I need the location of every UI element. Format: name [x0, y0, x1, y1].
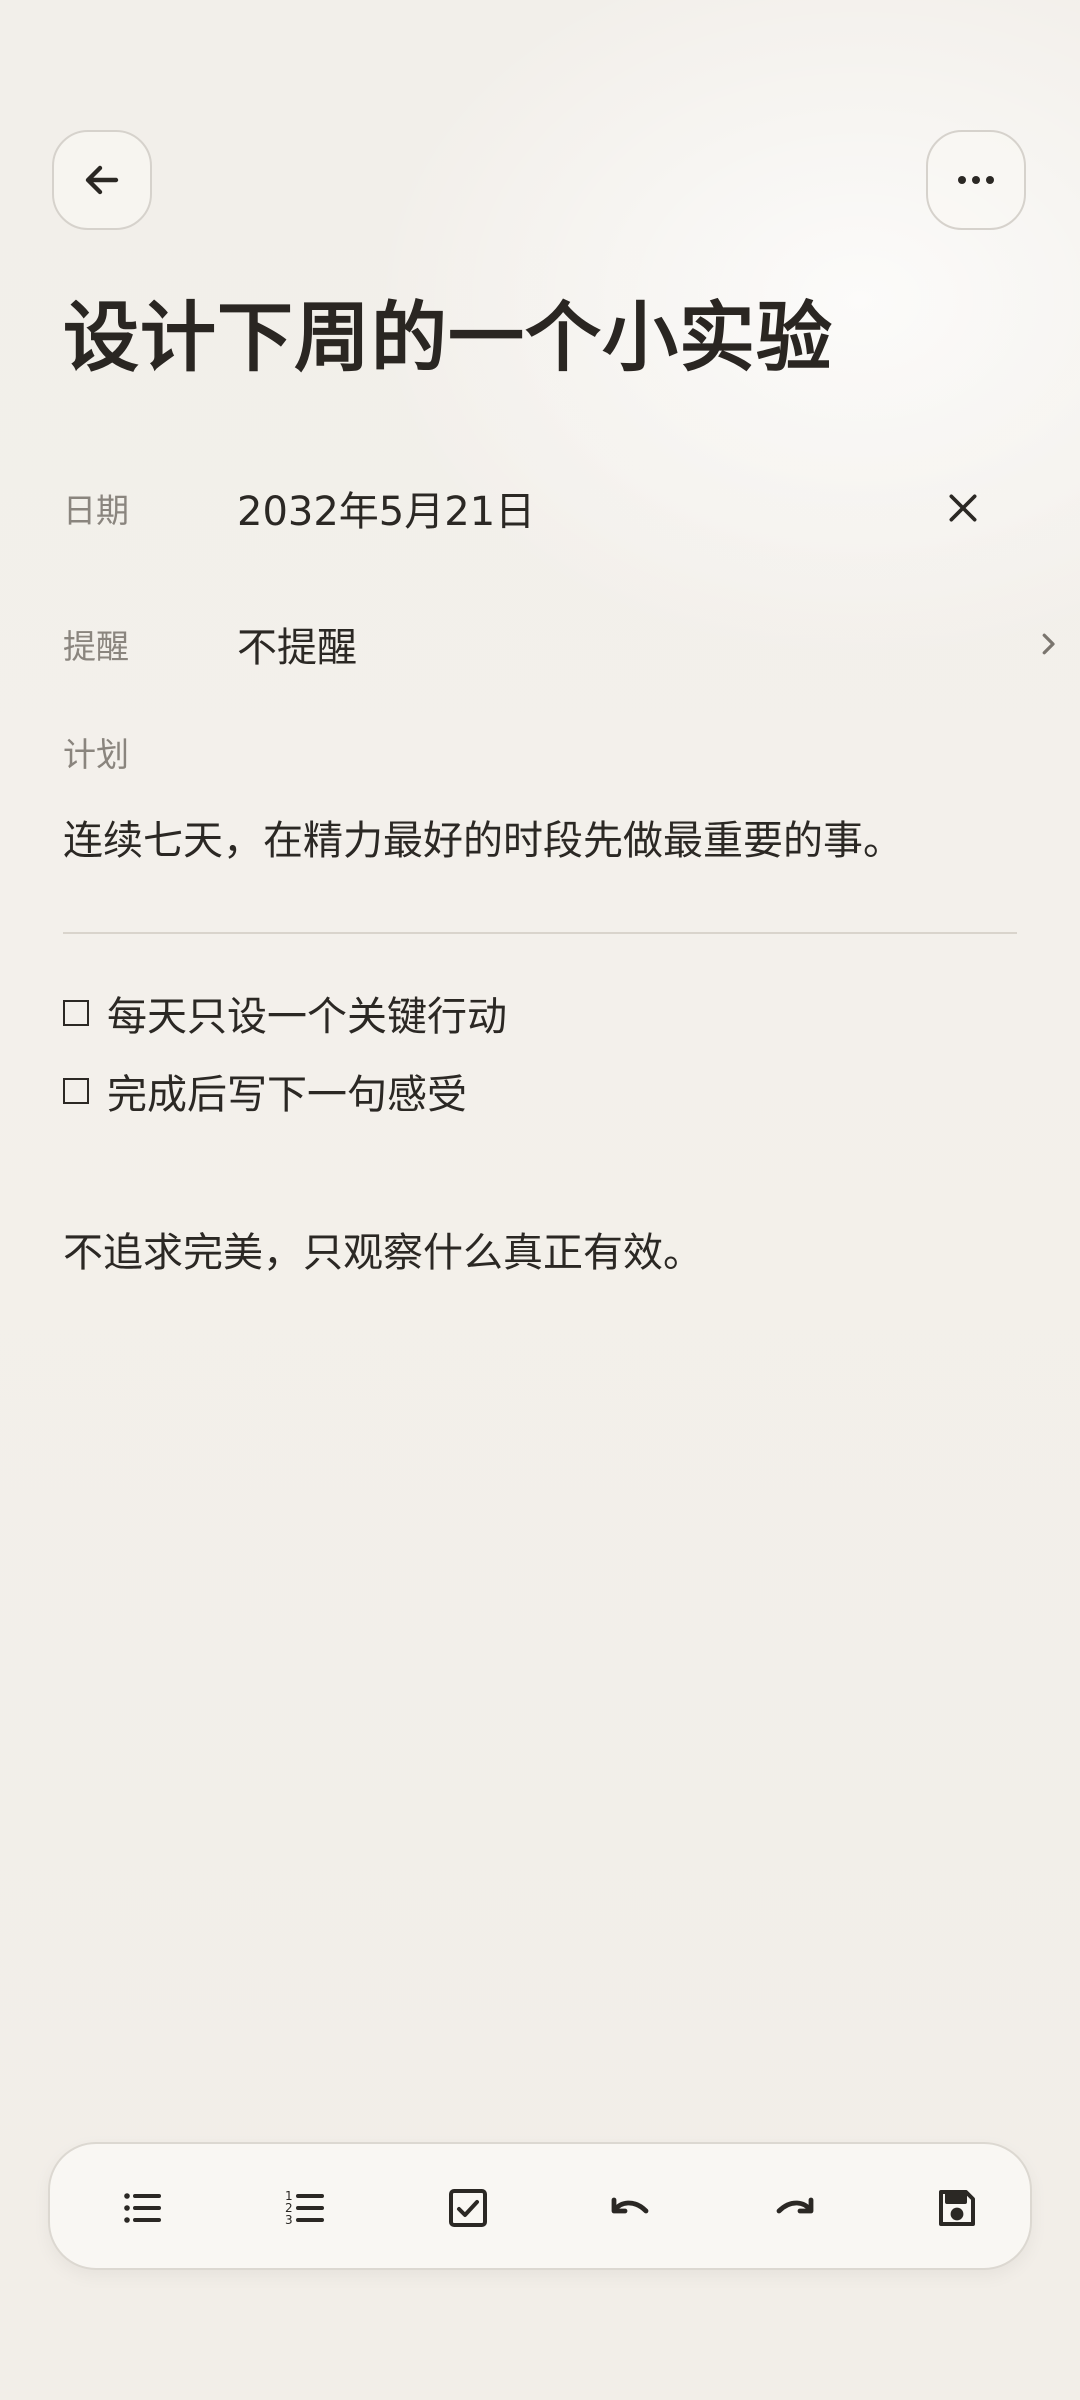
redo-icon — [776, 2197, 814, 2214]
checkbox-list-button[interactable] — [428, 2168, 508, 2248]
plan-label: 计划 — [63, 735, 129, 774]
chevron-right-icon — [1042, 633, 1055, 655]
arrow-left-icon — [85, 165, 119, 195]
reminder-label: 提醒 — [63, 627, 129, 666]
save-icon — [939, 2190, 975, 2226]
note-title[interactable]: 设计下周的一个小实验 — [63, 290, 833, 386]
note-body-text[interactable]: 不追求完美，只观察什么真正有效。 — [63, 1220, 703, 1278]
save-button[interactable] — [917, 2168, 997, 2248]
clear-date-button[interactable] — [923, 468, 1003, 548]
more-horizontal-icon — [958, 176, 994, 184]
numbered-list-icon: 1 2 3 — [285, 2189, 324, 2227]
checklist-item-text[interactable]: 每天只设一个关键行动 — [107, 984, 507, 1042]
more-options-button[interactable] — [926, 130, 1026, 230]
numbered-list-button[interactable]: 1 2 3 — [265, 2168, 345, 2248]
date-label: 日期 — [63, 491, 129, 530]
undo-button[interactable] — [591, 2168, 671, 2248]
checklist-item[interactable]: 每天只设一个关键行动 — [63, 984, 507, 1042]
bulleted-list-button[interactable] — [102, 2168, 182, 2248]
redo-button[interactable] — [754, 2168, 834, 2248]
undo-icon — [611, 2197, 649, 2214]
reminder-row[interactable]: 提醒 不提醒 — [63, 604, 1080, 684]
checkbox[interactable] — [63, 1000, 89, 1026]
plan-text[interactable]: 连续七天，在精力最好的时段先做最重要的事。 — [63, 808, 903, 866]
formatting-toolbar: 1 2 3 — [48, 2142, 1032, 2270]
checklist-item[interactable]: 完成后写下一句感受 — [63, 1062, 467, 1120]
reminder-chevron[interactable] — [1018, 604, 1078, 684]
date-row[interactable]: 日期 2032年5月21日 — [63, 468, 1080, 548]
bulleted-list-icon — [124, 2193, 161, 2223]
close-icon — [949, 494, 977, 522]
reminder-value[interactable]: 不提醒 — [237, 615, 357, 673]
svg-text:3: 3 — [285, 2213, 293, 2227]
date-value[interactable]: 2032年5月21日 — [237, 479, 535, 537]
divider — [63, 932, 1017, 934]
checkbox-icon — [449, 2189, 487, 2227]
back-button[interactable] — [52, 130, 152, 230]
checkbox[interactable] — [63, 1078, 89, 1104]
checklist-item-text[interactable]: 完成后写下一句感受 — [107, 1062, 467, 1120]
